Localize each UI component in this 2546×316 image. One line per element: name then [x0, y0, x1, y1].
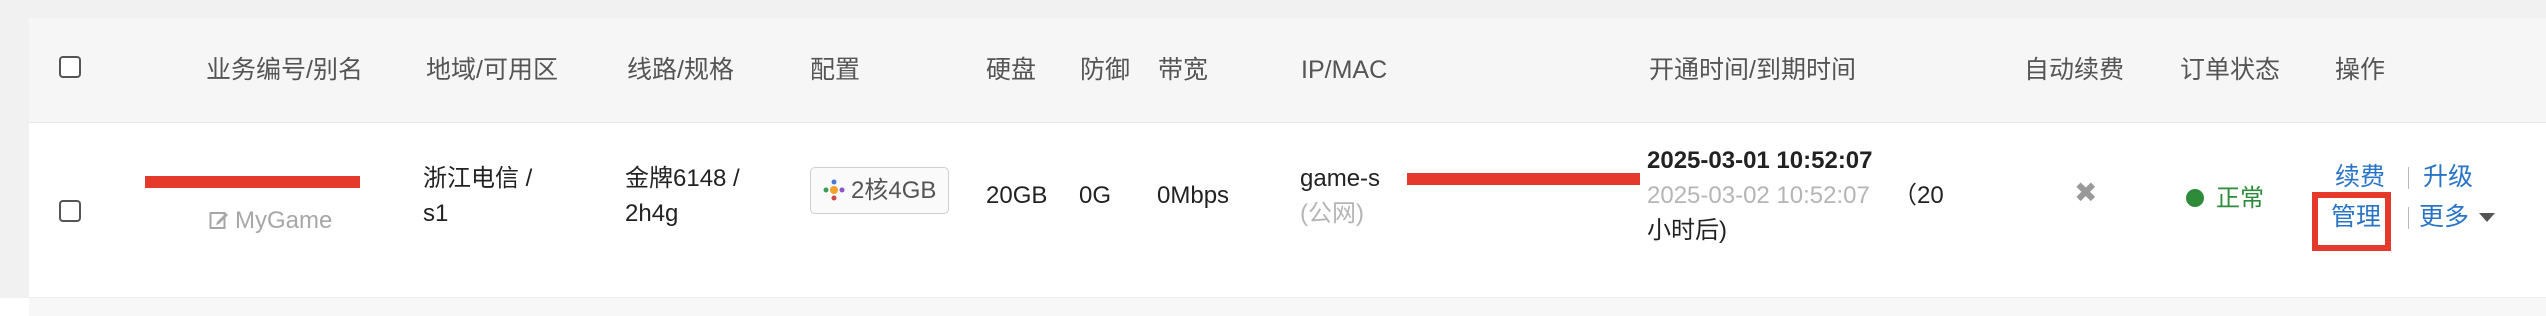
edit-icon	[209, 212, 228, 229]
col-time: 开通时间/到期时间	[1649, 56, 1856, 84]
disk-value: 20GB	[986, 182, 1048, 209]
remaining-time-b: 小时后)	[1647, 217, 1727, 244]
alias-edit[interactable]: MyGame	[209, 203, 332, 238]
config-badge: 2核4GB	[810, 167, 950, 214]
renew-link[interactable]: 续费	[2335, 161, 2385, 193]
region-line1: 浙江电信 /	[423, 165, 533, 192]
close-icon: ✖	[2074, 177, 2098, 208]
more-dropdown[interactable]: 更多	[2419, 201, 2496, 233]
redaction-bar	[1407, 173, 1640, 185]
col-line-spec: 线路/规格	[627, 56, 734, 84]
status-text: 正常	[2216, 185, 2264, 212]
instance-table: 业务编号/别名 地域/可用区 线路/规格 配置 硬盘 防御 带宽 IP/MAC …	[29, 18, 2546, 316]
col-auto-renew: 自动续费	[2024, 56, 2125, 84]
col-region: 地域/可用区	[426, 56, 558, 84]
chevron-down-icon	[2479, 213, 2496, 222]
select-all-checkbox[interactable]	[59, 56, 81, 78]
col-config: 配置	[810, 56, 861, 84]
open-time: 2025-03-01 10:52:07	[1647, 147, 1873, 174]
top-gap	[0, 0, 2546, 18]
table-footer-gap	[29, 298, 2546, 316]
bandwidth-value: 0Mbps	[1157, 182, 1230, 209]
expire-time: 2025-03-02 10:52:07	[1647, 182, 1870, 209]
status-dot-icon	[2186, 189, 2204, 207]
config-text: 2核4GB	[851, 177, 937, 204]
defense-value: 0G	[1079, 182, 1112, 209]
chip-icon	[823, 179, 845, 201]
region-line2: s1	[423, 200, 449, 227]
action-separator	[2408, 207, 2409, 229]
ip-type: (公网)	[1300, 200, 1364, 227]
col-disk: 硬盘	[986, 56, 1037, 84]
upgrade-link[interactable]: 升级	[2423, 161, 2473, 193]
status-badge: 正常	[2186, 178, 2264, 213]
col-defense: 防御	[1080, 56, 1131, 84]
row-checkbox[interactable]	[59, 200, 81, 222]
action-separator	[2408, 167, 2409, 189]
line-line2: 2h4g	[625, 200, 679, 227]
more-label: 更多	[2419, 203, 2470, 231]
col-bandwidth: 带宽	[1158, 56, 1209, 84]
remaining-time-a: （20	[1893, 182, 1944, 209]
col-id-alias: 业务编号/别名	[206, 56, 363, 84]
manage-link[interactable]: 管理	[2331, 201, 2381, 233]
left-gap	[0, 0, 29, 298]
col-ip-mac: IP/MAC	[1301, 56, 1388, 84]
redaction-bar	[145, 176, 360, 188]
col-actions: 操作	[2335, 56, 2386, 84]
line-line1: 金牌6148 /	[625, 165, 740, 192]
alias-text: MyGame	[235, 207, 333, 234]
table-row: MyGame 浙江电信 / s1 金牌6148 / 2h4g 2核4GB 20G…	[29, 123, 2546, 298]
ip-address: game-s	[1300, 165, 1381, 192]
table-header: 业务编号/别名 地域/可用区 线路/规格 配置 硬盘 防御 带宽 IP/MAC …	[29, 18, 2546, 123]
col-order-status: 订单状态	[2180, 56, 2281, 84]
